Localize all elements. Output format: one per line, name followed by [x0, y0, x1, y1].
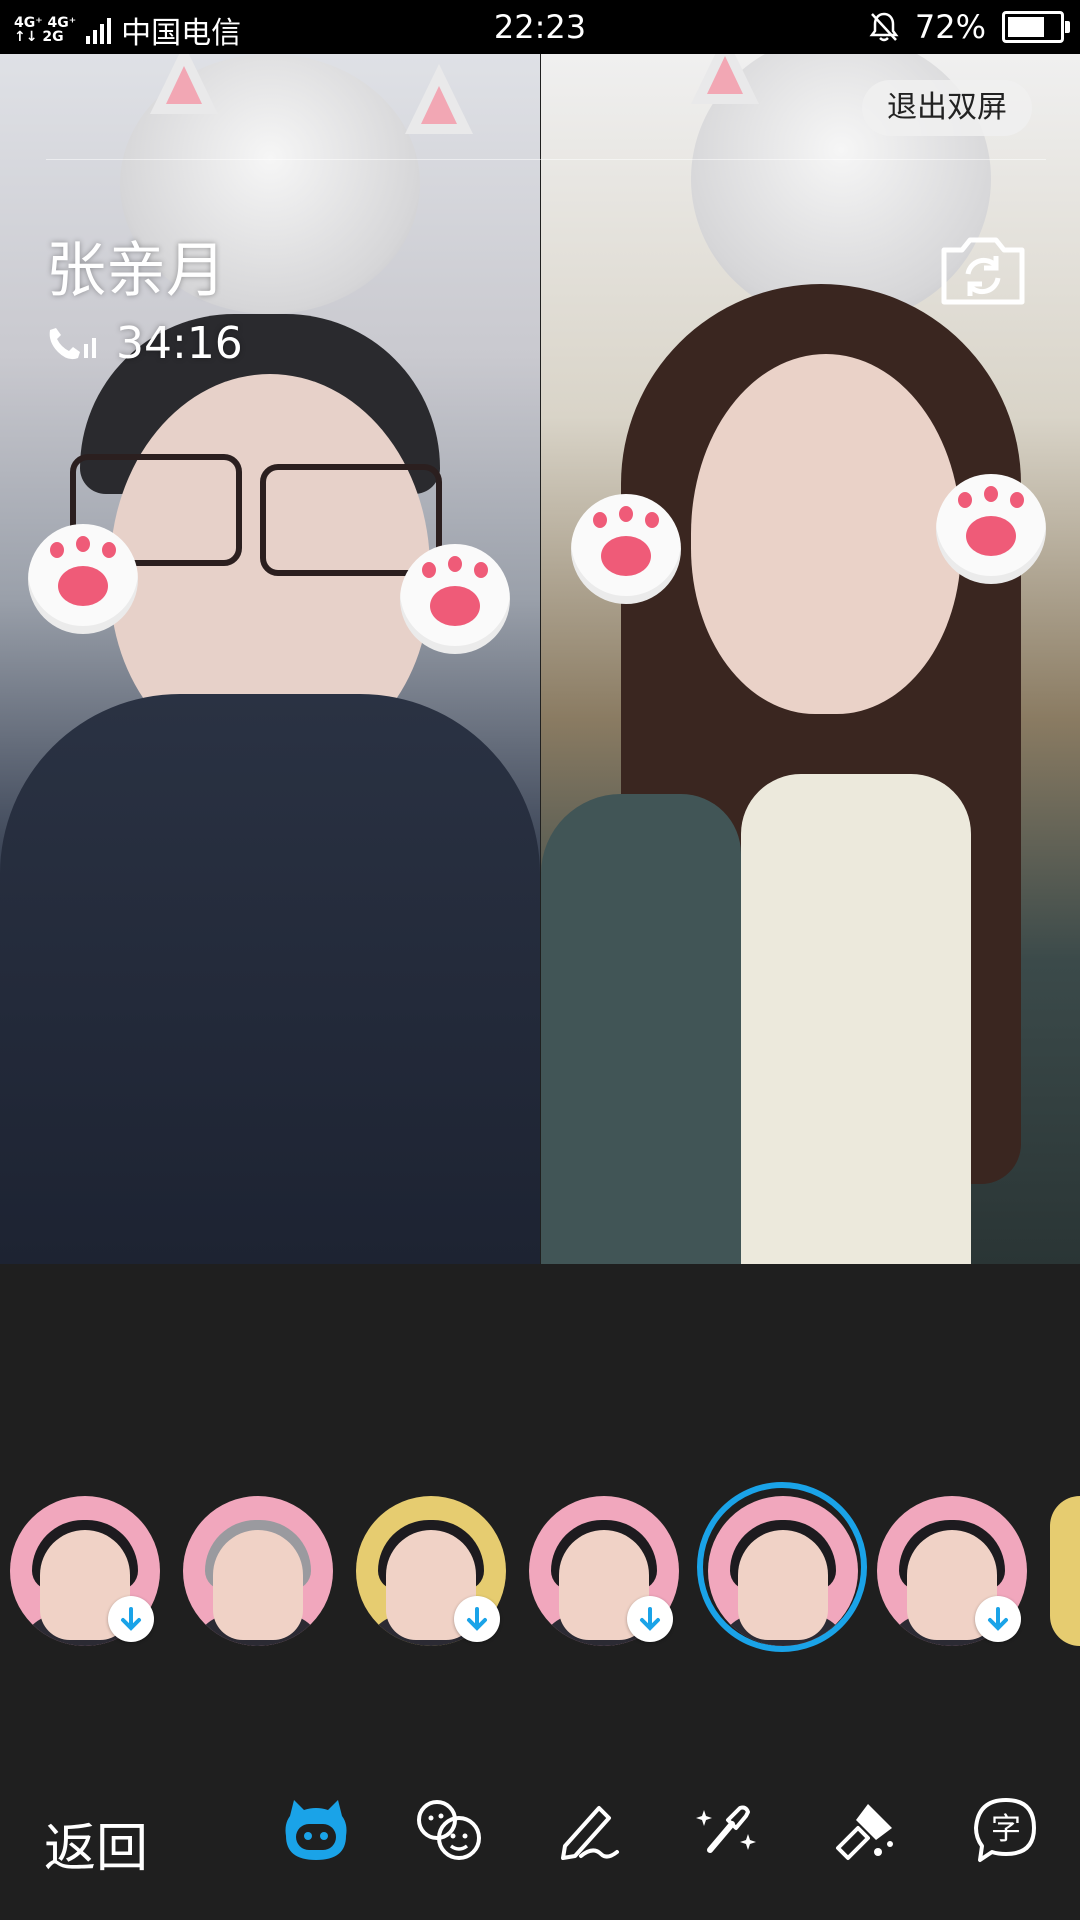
exit-dual-screen-button[interactable]: 退出双屏	[862, 80, 1032, 136]
person-face	[691, 354, 961, 714]
bell-mute-icon	[869, 12, 899, 42]
caller-name: 张亲月	[46, 236, 226, 306]
bottom-toolbar: 返回 字	[0, 1780, 1080, 1900]
cat-ear-left	[691, 54, 759, 104]
divider	[46, 159, 1046, 160]
download-icon[interactable]	[108, 1596, 154, 1642]
switch-camera-icon[interactable]	[938, 232, 1028, 308]
subtitle-icon[interactable]: 字	[970, 1794, 1042, 1866]
download-icon[interactable]	[454, 1596, 500, 1642]
call-duration: 34:16	[116, 318, 243, 369]
person-jacket	[541, 794, 741, 1264]
doodle-icon[interactable]	[551, 1794, 623, 1866]
glasses	[260, 464, 442, 576]
beauty-icon[interactable]	[690, 1794, 762, 1866]
paw-sticker	[28, 524, 138, 634]
effects-icon[interactable]	[830, 1794, 902, 1866]
sticker-cat-head[interactable]	[708, 1496, 858, 1646]
paw-sticker	[400, 544, 510, 654]
sticker-partial[interactable]	[1050, 1496, 1080, 1646]
paw-sticker	[571, 494, 681, 604]
sticker-floral-crown[interactable]	[183, 1496, 333, 1646]
back-button[interactable]: 返回	[44, 1806, 148, 1881]
status-bar: 4G⁺ 4G⁺ ↑↓ 2G 中国电信 22:23 72%	[0, 0, 1080, 54]
cat-ear-left	[150, 54, 218, 114]
status-right: 72%	[869, 8, 1070, 46]
cat-ear-right	[405, 64, 473, 134]
paw-sticker	[936, 474, 1046, 584]
sticker-icon[interactable]	[280, 1794, 352, 1866]
svg-text:字: 字	[991, 1812, 1021, 1847]
person-jacket	[0, 694, 540, 1264]
person-shirt	[741, 774, 971, 1264]
download-icon[interactable]	[975, 1596, 1021, 1642]
sticker-carousel[interactable]	[0, 1482, 1080, 1652]
battery-icon	[1002, 11, 1070, 43]
battery-percent: 72%	[914, 8, 986, 46]
call-info: 34:16	[46, 318, 243, 369]
face-filter-icon[interactable]	[413, 1794, 485, 1866]
call-signal-icon	[49, 327, 96, 359]
download-icon[interactable]	[627, 1596, 673, 1642]
